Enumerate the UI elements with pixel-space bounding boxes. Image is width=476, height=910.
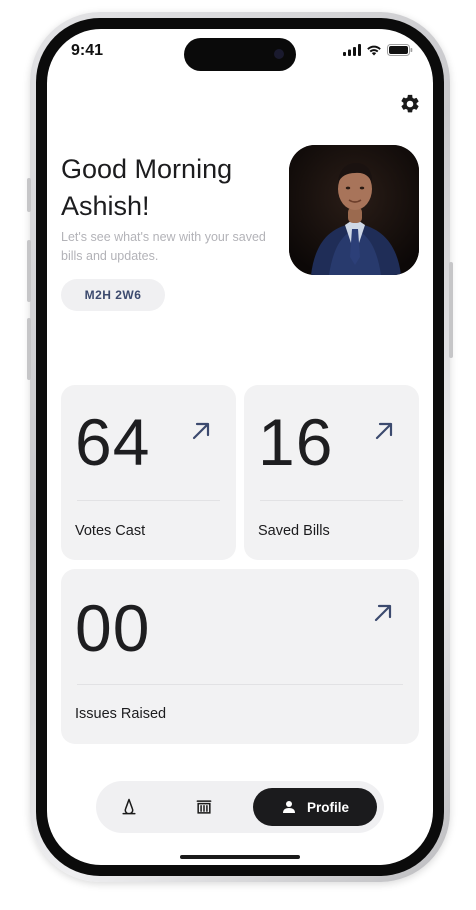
profile-icon	[282, 801, 295, 813]
volume-down-button	[27, 318, 31, 380]
issues-raised-label: Issues Raised	[75, 706, 167, 722]
votes-cast-value: 64	[75, 405, 151, 479]
battery-icon	[387, 44, 413, 56]
home-icon[interactable]	[119, 797, 139, 817]
saved-bills-value: 16	[258, 405, 334, 479]
wifi-icon	[367, 45, 381, 56]
settings-gear-icon[interactable]	[399, 93, 421, 115]
card-divider	[260, 500, 403, 501]
app-screen: 9:41 Good Morning Ashish! Let's see what…	[47, 29, 433, 865]
arrow-up-right-icon[interactable]	[371, 601, 395, 625]
action-button	[27, 178, 31, 212]
greeting-heading: Good Morning Ashish!	[61, 154, 233, 221]
camera-icon	[274, 49, 284, 59]
card-divider	[77, 684, 403, 685]
bills-icon[interactable]	[194, 797, 214, 817]
status-time: 9:41	[71, 42, 104, 59]
home-indicator[interactable]	[180, 855, 300, 859]
profile-photo[interactable]	[289, 145, 419, 275]
status-icons	[343, 44, 413, 56]
saved-bills-label: Saved Bills	[258, 523, 330, 539]
issues-raised-value: 00	[75, 591, 151, 665]
issues-raised-card[interactable]: 00 Issues Raised	[61, 569, 419, 744]
votes-cast-label: Votes Cast	[75, 523, 146, 539]
votes-cast-card[interactable]: 64 Votes Cast	[61, 385, 236, 560]
arrow-up-right-icon[interactable]	[372, 419, 396, 443]
dynamic-island	[184, 38, 296, 71]
arrow-up-right-icon[interactable]	[189, 419, 213, 443]
volume-up-button	[27, 240, 31, 302]
signal-icon	[343, 44, 361, 56]
power-button	[449, 262, 453, 358]
postal-code-chip[interactable]: M2H 2W6	[61, 279, 165, 311]
nav-profile-tab[interactable]: Profile	[253, 788, 377, 826]
saved-bills-card[interactable]: 16 Saved Bills	[244, 385, 419, 560]
greeting-subtext: Let's see what's new with your saved bil…	[61, 230, 266, 263]
nav-profile-label: Profile	[306, 799, 349, 815]
bottom-nav: Profile	[96, 781, 384, 833]
status-bar: 9:41	[47, 29, 433, 73]
card-divider	[77, 500, 220, 501]
